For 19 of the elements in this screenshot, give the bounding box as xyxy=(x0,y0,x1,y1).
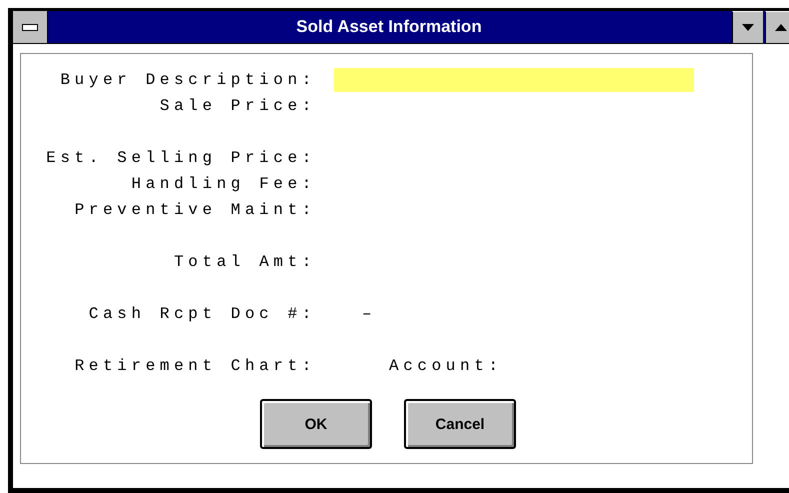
maximize-button[interactable] xyxy=(765,11,789,43)
minimize-button[interactable] xyxy=(732,11,763,43)
field-value: – xyxy=(362,305,376,323)
ok-button[interactable]: OK xyxy=(260,399,372,449)
field-label: Preventive Maint: xyxy=(74,201,316,219)
up-arrow-icon xyxy=(775,24,787,31)
down-arrow-icon xyxy=(742,24,754,31)
field-label: Est. Selling Price: xyxy=(45,149,316,167)
field-label: Buyer Description: xyxy=(59,71,316,89)
field-label: Account: xyxy=(389,357,503,375)
input-field[interactable] xyxy=(334,68,694,92)
field-label: Total Amt: xyxy=(172,253,316,271)
field-label: Sale Price: xyxy=(158,97,316,115)
field-label: Handling Fee: xyxy=(130,175,316,193)
cancel-button[interactable]: Cancel xyxy=(404,399,516,449)
field-label: Retirement Chart: xyxy=(74,357,316,375)
field-label: Cash Rcpt Doc #: xyxy=(88,305,316,323)
window-title: Sold Asset Information xyxy=(295,16,483,38)
system-menu-button[interactable] xyxy=(13,11,48,43)
